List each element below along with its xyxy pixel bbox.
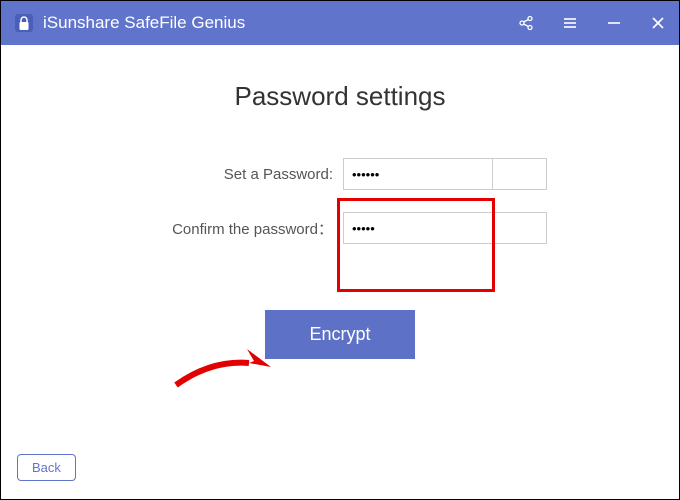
- confirm-input-trail: [492, 212, 547, 244]
- close-icon[interactable]: [649, 14, 667, 32]
- password-row: Set a Password:: [61, 158, 619, 190]
- back-button[interactable]: Back: [17, 454, 76, 481]
- app-title: iSunshare SafeFile Genius: [43, 13, 245, 33]
- confirm-input[interactable]: [343, 212, 493, 244]
- confirm-label: Confirm the password：: [133, 218, 333, 239]
- password-label: Set a Password:: [133, 166, 333, 183]
- confirm-input-group: [343, 212, 547, 244]
- share-icon[interactable]: [517, 14, 535, 32]
- titlebar-right: [517, 14, 667, 32]
- app-lock-icon: [13, 12, 35, 34]
- password-input[interactable]: [343, 158, 493, 190]
- main-content: Password settings Set a Password: Confir…: [1, 45, 679, 359]
- titlebar: iSunshare SafeFile Genius: [1, 1, 679, 45]
- minimize-icon[interactable]: [605, 14, 623, 32]
- encrypt-button[interactable]: Encrypt: [265, 310, 414, 359]
- menu-icon[interactable]: [561, 14, 579, 32]
- confirm-row: Confirm the password：: [61, 212, 619, 244]
- page-title: Password settings: [61, 81, 619, 112]
- app-window: iSunshare SafeFile Genius: [0, 0, 680, 500]
- titlebar-left: iSunshare SafeFile Genius: [13, 12, 245, 34]
- password-input-trail: [492, 158, 547, 190]
- password-input-group: [343, 158, 547, 190]
